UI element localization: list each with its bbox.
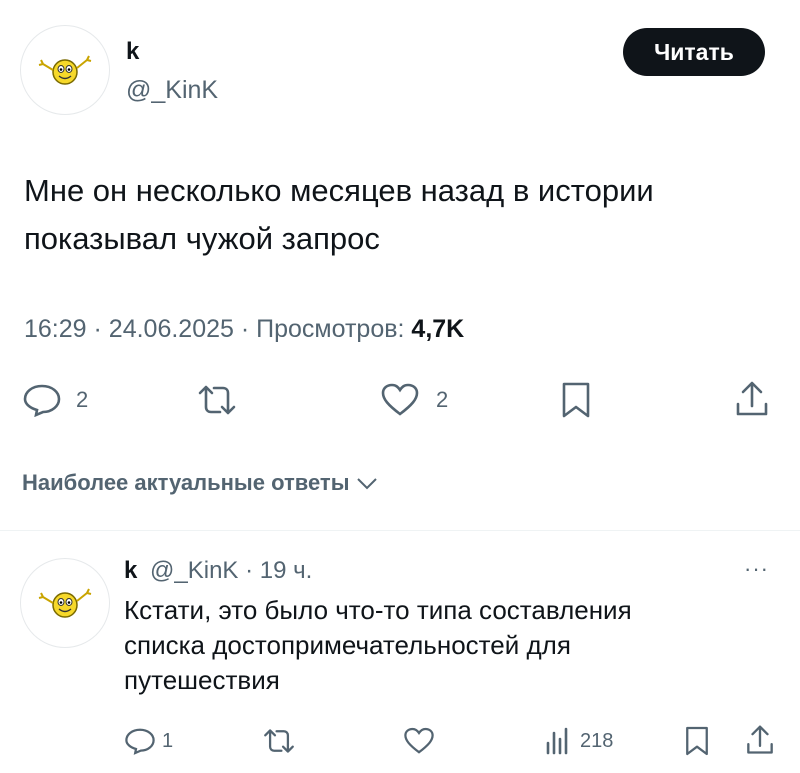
author-avatar[interactable]: [20, 25, 110, 115]
reply-text-line: списка достопримечательностей для: [124, 630, 571, 660]
tweet-text-line: показывал чужой запрос: [24, 221, 380, 256]
follow-button[interactable]: Читать: [623, 28, 765, 76]
smiley-emoticon-icon: [38, 55, 92, 85]
author-name[interactable]: k: [126, 38, 139, 66]
reply-share-button[interactable]: [745, 724, 775, 756]
views-count[interactable]: 4,7K: [411, 315, 464, 343]
separator-dot: ·: [245, 557, 254, 584]
repost-button[interactable]: [196, 383, 238, 417]
speech-bubble-icon: [23, 384, 61, 417]
tweet-time[interactable]: 16:29: [24, 315, 87, 343]
like-count: 2: [436, 387, 449, 412]
reply-bookmark-button[interactable]: [684, 725, 710, 757]
separator-dot: ·: [93, 315, 102, 343]
reply-text-line: путешествия: [124, 665, 280, 695]
reply-like-button[interactable]: [403, 727, 435, 755]
tweet-meta: 16:29 · 24.06.2025 · Просмотров: 4,7K: [24, 315, 464, 344]
repost-arrows-icon: [198, 385, 236, 415]
section-divider: [0, 530, 800, 531]
reply-text: Кстати, это было что-то типа составления…: [124, 593, 632, 698]
share-upload-icon: [747, 725, 773, 754]
more-dots-icon[interactable]: ···: [744, 556, 769, 582]
tweet-date[interactable]: 24.06.2025: [109, 315, 234, 343]
speech-bubble-icon: [125, 728, 155, 755]
heart-icon: [381, 383, 419, 416]
tweet-text-line: Мне он несколько месяцев назад в истории: [24, 173, 654, 208]
separator-dot: ·: [240, 315, 250, 343]
sort-label: Наиболее актуальные ответы: [22, 470, 350, 495]
reply-button[interactable]: 2: [22, 383, 88, 417]
reply-text-line: Кстати, это было что-то типа составления: [124, 595, 632, 625]
views-label: Просмотров:: [256, 315, 405, 343]
reply-views-count: 218: [580, 729, 614, 752]
reply-author-name[interactable]: k: [124, 557, 137, 584]
reply-reply-button[interactable]: 1: [124, 727, 173, 755]
bookmark-icon: [686, 726, 708, 756]
reply-header: k @_KinK · 19 ч.: [124, 557, 312, 585]
share-button[interactable]: [734, 380, 770, 418]
smiley-emoticon-icon: [38, 588, 92, 618]
tweet-text: Мне он несколько месяцев назад в истории…: [24, 167, 654, 263]
reply-count: 2: [76, 387, 89, 412]
bookmark-icon: [562, 382, 590, 418]
chevron-down-icon: [357, 478, 378, 490]
reply-repost-button[interactable]: [262, 727, 296, 755]
like-button[interactable]: 2: [380, 383, 448, 417]
reply-reply-count: 1: [162, 729, 174, 752]
author-handle[interactable]: @_KinK: [126, 76, 218, 105]
replies-sort-dropdown[interactable]: Наиболее актуальные ответы: [22, 470, 379, 496]
reply-age[interactable]: 19 ч.: [260, 557, 313, 584]
bookmark-button[interactable]: [560, 381, 592, 419]
bar-chart-icon: [546, 727, 568, 755]
repost-arrows-icon: [264, 729, 294, 753]
reply-author-avatar[interactable]: [20, 558, 110, 648]
reply-author-handle[interactable]: @_KinK: [150, 557, 238, 584]
reply-views-button[interactable]: 218: [544, 727, 613, 755]
heart-icon: [404, 727, 434, 754]
share-upload-icon: [736, 381, 768, 416]
